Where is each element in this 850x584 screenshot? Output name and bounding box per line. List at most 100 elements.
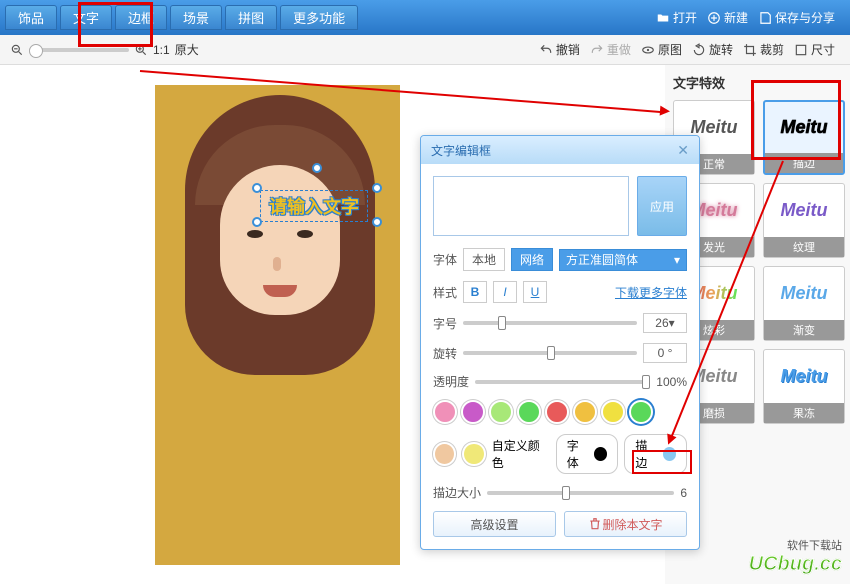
more-fonts-link[interactable]: 下载更多字体 — [615, 284, 687, 301]
bold-button[interactable]: B — [463, 281, 487, 303]
effect-label: 渐变 — [764, 320, 844, 340]
underline-button[interactable]: U — [523, 281, 547, 303]
rotate-label: 旋转 — [709, 41, 733, 58]
effect-label: 果冻 — [764, 403, 844, 423]
size-icon — [794, 43, 808, 57]
tab-ornament[interactable]: 饰品 — [5, 5, 57, 30]
effect-preview: Meitu — [781, 102, 828, 153]
font-label: 字体 — [433, 251, 457, 268]
chevron-down-icon: ▾ — [674, 253, 680, 267]
text-edit-dialog[interactable]: 文字编辑框 ✕ 应用 字体 本地 网络 方正准圆简体 ▾ 样式 B I U 下载更… — [420, 135, 700, 550]
effect-jelly[interactable]: Meitu果冻 — [763, 349, 845, 424]
undo-button[interactable]: 撤销 — [534, 41, 585, 58]
apply-button[interactable]: 应用 — [637, 176, 687, 236]
color-swatch[interactable] — [489, 400, 513, 424]
color-swatch[interactable] — [629, 400, 653, 424]
font-select[interactable]: 方正准圆简体 ▾ — [559, 249, 687, 271]
save-share-button[interactable]: 保存与分享 — [758, 9, 835, 26]
original-button[interactable]: 原图 — [636, 41, 687, 58]
watermark-line2: UCbug.cc — [749, 553, 842, 576]
tab-text[interactable]: 文字 — [60, 5, 112, 30]
resize-handle-tr[interactable] — [372, 183, 382, 193]
font-source-network[interactable]: 网络 — [511, 248, 553, 271]
effect-label: 纹理 — [764, 237, 844, 257]
style-label: 样式 — [433, 284, 457, 301]
tab-scene[interactable]: 场景 — [170, 5, 222, 30]
dialog-title: 文字编辑框 — [431, 142, 491, 159]
text-placeholder[interactable]: 请输入文字 — [260, 190, 368, 222]
rotate-button[interactable]: 旋转 — [687, 41, 738, 58]
rotate-handle[interactable] — [312, 163, 322, 173]
delete-text-button[interactable]: 删除本文字 — [564, 511, 687, 537]
font-name: 方正准圆简体 — [566, 251, 638, 268]
new-label: 新建 — [724, 9, 748, 26]
effect-stroke[interactable]: Meitu描边 — [763, 100, 845, 175]
photo — [155, 85, 400, 565]
undo-label: 撤销 — [556, 41, 580, 58]
color-swatch[interactable] — [573, 400, 597, 424]
effect-texture[interactable]: Meitu纹理 — [763, 183, 845, 258]
color-swatch[interactable] — [433, 400, 457, 424]
size-value[interactable]: 26 ▾ — [643, 313, 687, 333]
close-icon[interactable]: ✕ — [677, 142, 689, 159]
effect-label: 描边 — [765, 153, 843, 173]
rotate-slider[interactable] — [463, 351, 637, 355]
save-label: 保存与分享 — [775, 9, 835, 26]
zoom-in-icon[interactable] — [134, 43, 148, 57]
delete-label: 删除本文字 — [602, 516, 662, 533]
color-palette — [433, 400, 687, 424]
effects-title: 文字特效 — [673, 73, 842, 92]
watermark-line1: 软件下载站 — [749, 537, 842, 553]
font-source-local[interactable]: 本地 — [463, 248, 505, 271]
dialog-header[interactable]: 文字编辑框 ✕ — [421, 136, 699, 164]
watermark: 软件下载站 UCbug.cc — [749, 537, 842, 576]
stroke-color-pill[interactable]: 描边 — [624, 434, 687, 474]
color-swatch[interactable] — [462, 442, 485, 466]
zoom-out-icon[interactable] — [10, 43, 24, 57]
stroke-size-slider[interactable] — [487, 491, 674, 495]
advanced-button[interactable]: 高级设置 — [433, 511, 556, 537]
effect-gradient[interactable]: Meitu渐变 — [763, 266, 845, 341]
opacity-label: 透明度 — [433, 373, 469, 390]
stroke-size-value: 6 — [680, 486, 687, 500]
color-swatch[interactable] — [601, 400, 625, 424]
crop-button[interactable]: 裁剪 — [738, 41, 789, 58]
tab-collage[interactable]: 拼图 — [225, 5, 277, 30]
trash-icon — [588, 517, 602, 531]
opacity-value: 100% — [656, 375, 687, 389]
color-swatch[interactable] — [461, 400, 485, 424]
fill-color-pill[interactable]: 字体 — [556, 434, 619, 474]
text-input[interactable] — [433, 176, 629, 236]
effect-preview: Meitu — [781, 184, 828, 237]
original-label: 原图 — [658, 41, 682, 58]
redo-button[interactable]: 重做 — [585, 41, 636, 58]
size-label: 尺寸 — [811, 41, 835, 58]
resize-handle-br[interactable] — [372, 217, 382, 227]
rotate-value[interactable]: 0 ° — [643, 343, 687, 363]
size-button[interactable]: 尺寸 — [789, 41, 840, 58]
effect-preview: Meitu — [781, 350, 828, 403]
zoom-slider[interactable] — [29, 48, 129, 52]
color-swatch[interactable] — [517, 400, 541, 424]
tab-frame[interactable]: 边框 — [115, 5, 167, 30]
tab-more[interactable]: 更多功能 — [280, 5, 358, 30]
size-slider[interactable] — [463, 321, 637, 325]
plus-circle-icon — [707, 11, 721, 25]
zoom-ratio: 1:1 — [153, 43, 170, 57]
color-swatch[interactable] — [433, 442, 456, 466]
sub-toolbar: 1:1 原大 撤销 重做 原图 旋转 裁剪 尺寸 — [0, 35, 850, 65]
color-swatch[interactable] — [545, 400, 569, 424]
resize-handle-bl[interactable] — [252, 217, 262, 227]
opacity-slider[interactable] — [475, 380, 650, 384]
new-button[interactable]: 新建 — [707, 9, 748, 26]
undo-icon — [539, 43, 553, 57]
size-label: 字号 — [433, 315, 457, 332]
resize-handle-tl[interactable] — [252, 183, 262, 193]
eye-icon — [641, 43, 655, 57]
open-button[interactable]: 打开 — [656, 9, 697, 26]
italic-button[interactable]: I — [493, 281, 517, 303]
top-tab-bar: 饰品 文字 边框 场景 拼图 更多功能 打开 新建 保存与分享 — [0, 0, 850, 35]
effect-preview: Meitu — [781, 267, 828, 320]
redo-label: 重做 — [607, 41, 631, 58]
folder-icon — [656, 11, 670, 25]
